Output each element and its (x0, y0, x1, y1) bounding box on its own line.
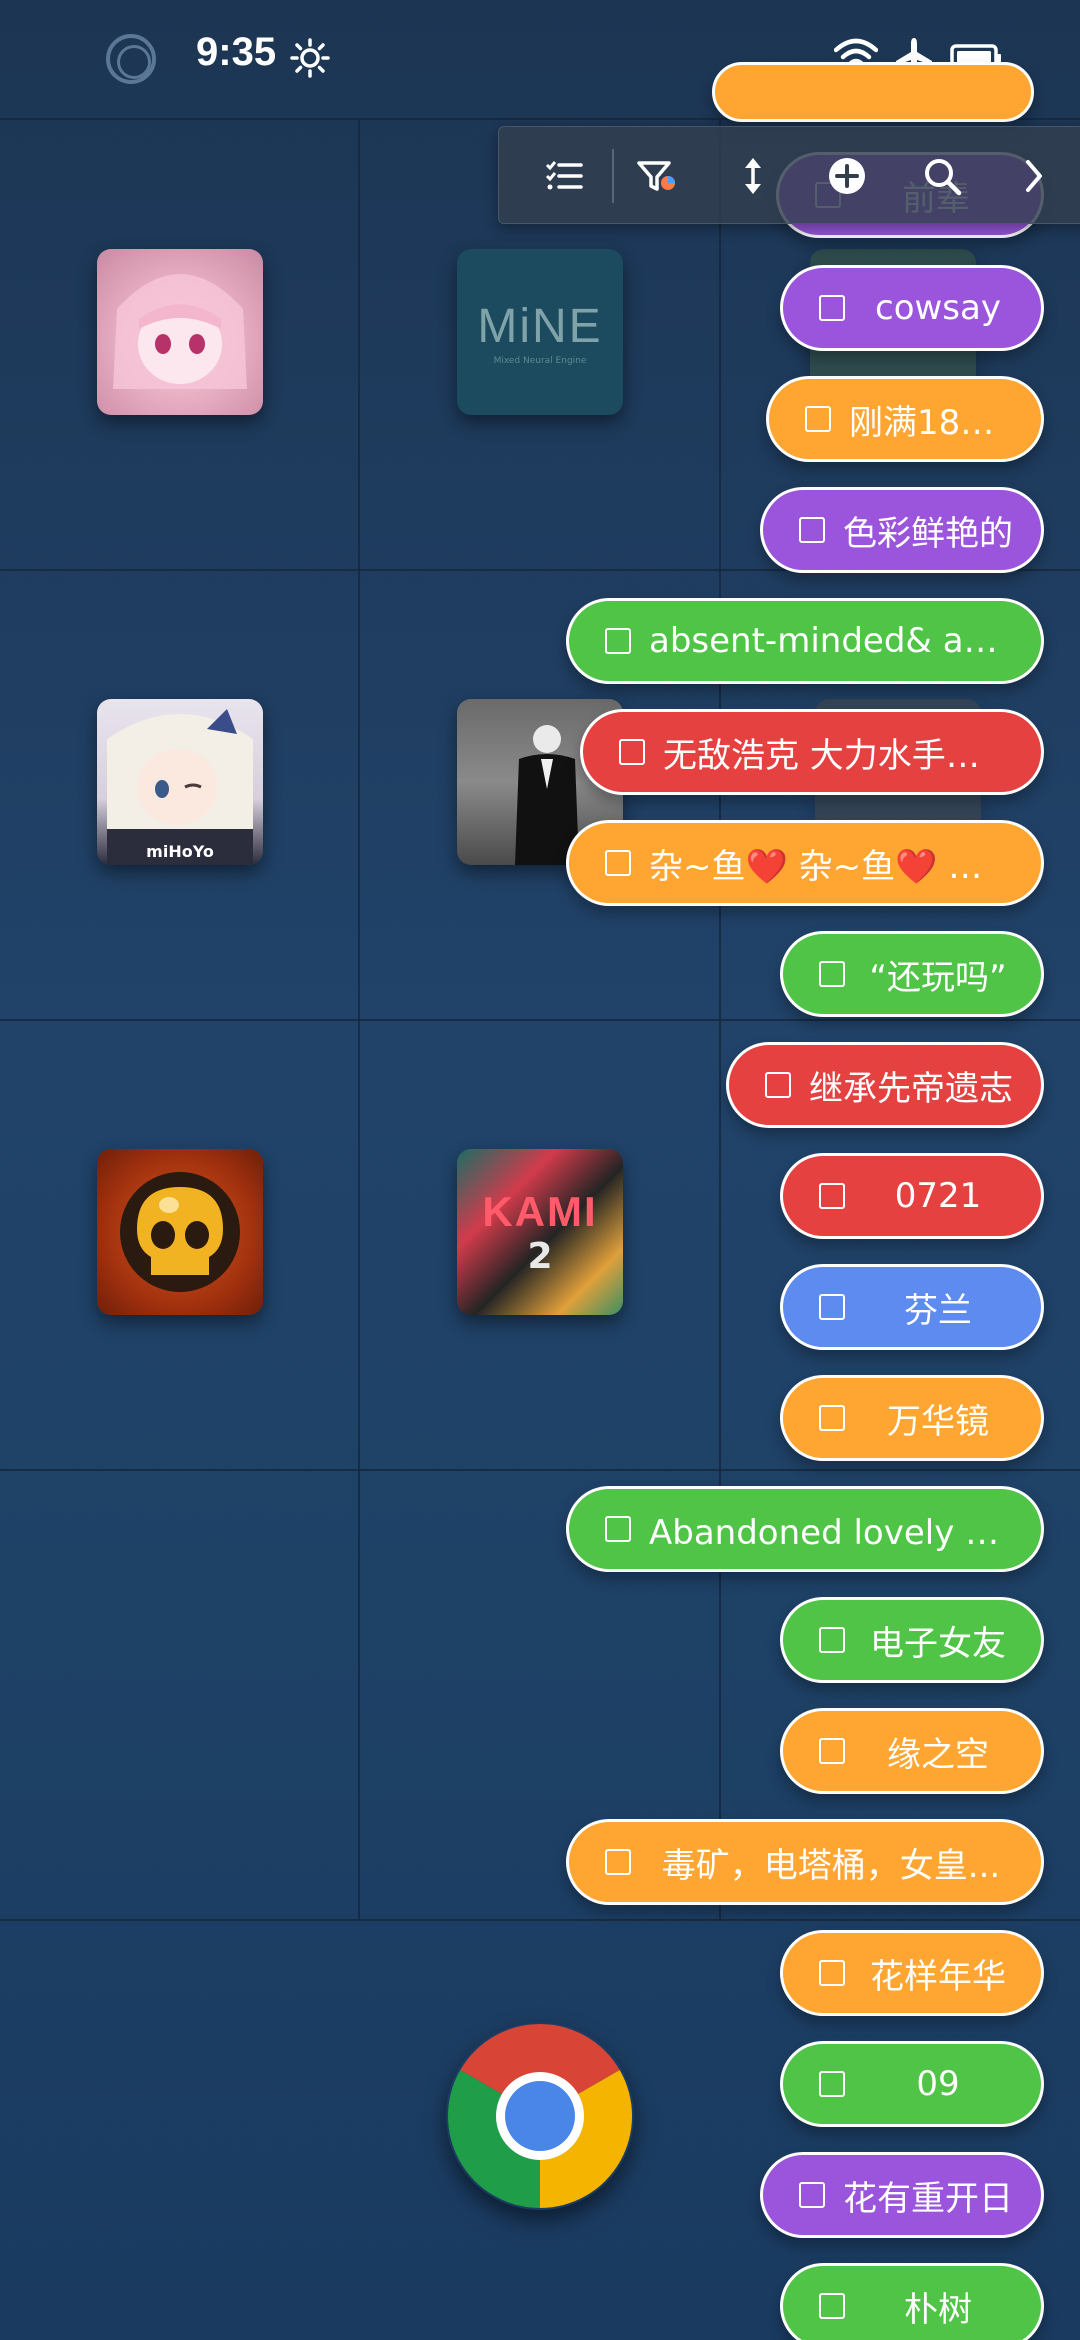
mine-app-subtitle: Mixed Neural Engine (493, 355, 587, 366)
tag-chip[interactable]: 芬兰 (780, 1264, 1044, 1350)
tag-toolbar (498, 126, 1080, 224)
genshin-app-icon[interactable]: miHoYo (97, 699, 263, 865)
tag-chip[interactable]: 花样年华 (780, 1930, 1044, 2016)
tag-label: 毒矿，电塔桶，女皇... (661, 1845, 1001, 1886)
tag-checkbox[interactable] (605, 1849, 631, 1875)
tag-chip[interactable]: 电子女友 (780, 1597, 1044, 1683)
grid-line (0, 1919, 1080, 1921)
search-icon (925, 159, 962, 196)
chrome-app-icon[interactable] (446, 2022, 634, 2210)
tag-checkbox[interactable] (799, 517, 825, 543)
grid-line (0, 1469, 1080, 1471)
tag-checkbox[interactable] (765, 1072, 791, 1098)
grid-line (358, 118, 360, 1920)
tag-label: 缘之空 (887, 1734, 989, 1775)
record-ring-icon (106, 34, 156, 84)
tag-label: 花有重开日 (843, 2178, 1013, 2219)
tag-chip[interactable]: absent-minded& ant... (566, 598, 1044, 684)
grid-line (0, 1019, 1080, 1021)
tag-label: 花样年华 (870, 1956, 1006, 1997)
toolbar-separator (612, 149, 614, 203)
tag-chip[interactable]: “还玩吗” (780, 931, 1044, 1017)
tag-label: 色彩鲜艳的 (843, 513, 1013, 554)
search-button[interactable] (907, 127, 977, 225)
tag-checkbox[interactable] (819, 1960, 845, 1986)
mine-app-icon[interactable]: MiNE Mixed Neural Engine (457, 249, 623, 415)
tag-chip[interactable]: 刚满18岁~ (766, 376, 1044, 462)
tag-checkbox[interactable] (819, 295, 845, 321)
tag-chip[interactable]: 09 (780, 2041, 1044, 2127)
tag-checkbox[interactable] (799, 2182, 825, 2208)
mihoyo-label: miHoYo (146, 842, 214, 861)
list-icon (545, 161, 583, 190)
filter-button[interactable] (623, 127, 693, 225)
tag-chip[interactable]: 无敌浩克 大力水手波派 (580, 709, 1044, 795)
tag-checkbox[interactable] (819, 2293, 845, 2319)
grid-line (719, 118, 721, 1920)
skull-game-app-icon[interactable] (97, 1149, 263, 1315)
tag-label: 芬兰 (904, 1290, 972, 1331)
add-button[interactable] (812, 127, 882, 225)
tag-checkbox[interactable] (819, 1294, 845, 1320)
tag-checkbox[interactable] (605, 628, 631, 654)
tag-checkbox[interactable] (819, 1183, 845, 1209)
tag-chip[interactable]: 色彩鲜艳的 (760, 487, 1044, 573)
tag-label: 无敌浩克 大力水手波派 (663, 735, 1014, 776)
tag-checkbox[interactable] (819, 2071, 845, 2097)
tag-chip-partial[interactable] (712, 62, 1034, 122)
tag-label: 09 (916, 2064, 960, 2104)
tag-label: 万华镜 (887, 1401, 989, 1442)
tag-checkbox[interactable] (819, 1405, 845, 1431)
tag-chip[interactable]: 杂~鱼❤️ 杂~鱼❤️ 哥... (566, 820, 1044, 906)
tag-checkbox[interactable] (805, 406, 831, 432)
tag-chip[interactable]: 万华镜 (780, 1375, 1044, 1461)
tag-chip[interactable]: 缘之空 (780, 1708, 1044, 1794)
tag-label: Abandoned lovely 废... (649, 1512, 1032, 1553)
chevron-right-icon (1026, 160, 1042, 192)
tag-checkbox[interactable] (605, 1516, 631, 1542)
tag-label: 朴树 (904, 2289, 972, 2330)
tag-chip[interactable]: 朴树 (780, 2263, 1044, 2340)
tag-label: “还玩吗” (869, 957, 1007, 998)
tag-label: 杂~鱼❤️ 杂~鱼❤️ 哥... (649, 846, 1015, 887)
tag-chip[interactable]: cowsay (780, 265, 1044, 351)
tag-checkbox[interactable] (819, 961, 845, 987)
sort-icon (745, 158, 761, 194)
tag-checkbox[interactable] (605, 850, 631, 876)
tag-label: cowsay (875, 288, 1001, 328)
mine-app-title: MiNE (477, 299, 603, 353)
tag-label: absent-minded& ant... (649, 621, 1031, 661)
tag-chip[interactable]: 继承先帝遗志 (726, 1042, 1044, 1128)
tag-label: 继承先帝遗志 (809, 1068, 1013, 1109)
tag-chip[interactable]: 毒矿，电塔桶，女皇... (566, 1819, 1044, 1905)
list-button[interactable] (529, 127, 599, 225)
tag-chip[interactable]: 0721 (780, 1153, 1044, 1239)
kami-title: KAMI (482, 1187, 598, 1235)
anime-avatar-app-icon[interactable] (97, 249, 263, 415)
tag-checkbox[interactable] (619, 739, 645, 765)
kami-2-app-icon[interactable]: KAMI 2 (457, 1149, 623, 1315)
tag-label: 刚满18岁~ (849, 402, 1023, 443)
tag-chip[interactable]: 花有重开日 (760, 2152, 1044, 2238)
more-button[interactable] (999, 127, 1069, 225)
add-icon (829, 158, 865, 194)
tag-label: 0721 (894, 1176, 982, 1216)
sort-button[interactable] (718, 127, 788, 225)
kami-number: 2 (527, 1235, 553, 1277)
tag-checkbox[interactable] (819, 1738, 845, 1764)
status-time: 9:35 (196, 30, 277, 74)
tag-label: 电子女友 (870, 1623, 1006, 1664)
tag-chip[interactable]: Abandoned lovely 废... (566, 1486, 1044, 1572)
brightness-icon (290, 38, 330, 78)
filter-icon (637, 161, 675, 191)
tag-checkbox[interactable] (819, 1627, 845, 1653)
